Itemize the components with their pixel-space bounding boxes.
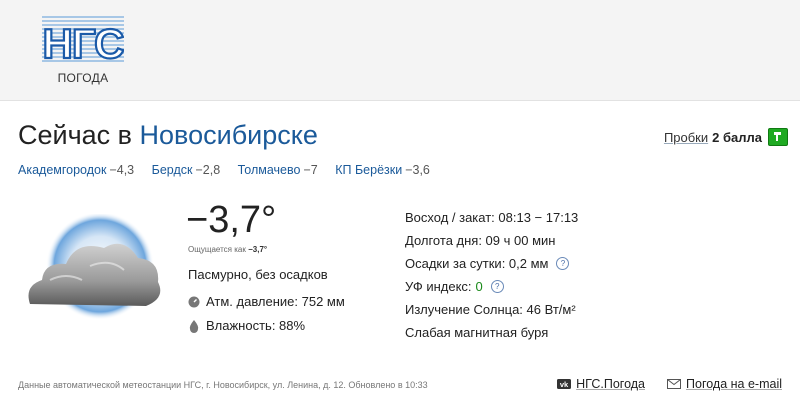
weather-panel: Сейчас в Новосибирске Пробки 2 балла Ака… <box>0 100 800 402</box>
city-name[interactable]: Толмачево <box>238 163 301 177</box>
city-item[interactable]: КП Берёзки −3,6 <box>335 163 430 177</box>
city-item[interactable]: Толмачево −7 <box>238 163 318 177</box>
header: НГС ПОГОДА <box>0 0 800 100</box>
feels-like-label: Ощущается как <box>188 245 246 254</box>
station-note: Данные автоматической метеостанции НГС, … <box>18 380 428 390</box>
city-item[interactable]: Академгородок −4,3 <box>18 163 134 177</box>
city-temp: −7 <box>303 163 318 177</box>
vk-link[interactable]: vk НГС.Погода <box>557 377 645 391</box>
magnetic-storm: Слабая магнитная буря <box>405 324 549 340</box>
logo-subtitle: ПОГОДА <box>57 71 109 85</box>
weather-condition: Пасмурно, без осадков <box>188 267 328 282</box>
traffic-widget[interactable]: Пробки 2 балла <box>664 128 788 146</box>
city-item[interactable]: Бердск −2,8 <box>152 163 221 177</box>
city-name[interactable]: Академгородок <box>18 163 106 177</box>
email-link[interactable]: Погода на e-mail <box>667 377 782 391</box>
uv-label: УФ индекс: <box>405 278 472 294</box>
feels-like: Ощущается как −3,7° <box>188 245 267 254</box>
email-link-label[interactable]: Погода на e-mail <box>686 377 782 391</box>
footer-links: vk НГС.Погода Погода на e-mail <box>557 377 782 391</box>
help-icon[interactable]: ? <box>490 280 504 293</box>
uv-row: УФ индекс: 0 ? <box>405 275 578 298</box>
uv-value: 0 <box>475 278 483 294</box>
city-name[interactable]: КП Берёзки <box>335 163 402 177</box>
pressure-text: Атм. давление: 752 мм <box>206 294 345 309</box>
city-temp: −4,3 <box>109 163 135 177</box>
mail-icon <box>667 379 682 389</box>
city-temp: −2,8 <box>195 163 221 177</box>
sun-info: Восход / закат: 08:13 − 17:13 Долгота дн… <box>405 206 578 344</box>
vk-link-label[interactable]: НГС.Погода <box>576 377 645 391</box>
cloud-icon <box>28 214 161 320</box>
city-name[interactable]: Бердск <box>152 163 193 177</box>
humidity-row: Влажность: 88% <box>188 318 305 333</box>
pressure-row: Атм. давление: 752 мм <box>188 294 345 309</box>
title-prefix: Сейчас в <box>18 120 133 150</box>
sun-times: Восход / закат: 08:13 − 17:13 <box>405 209 579 225</box>
svg-text:НГС: НГС <box>43 20 124 67</box>
svg-text:vk: vk <box>560 380 569 389</box>
drop-icon <box>189 319 199 333</box>
nearby-cities: Академгородок −4,3 Бердск −2,8 Толмачево −7… <box>18 163 444 177</box>
pressure-icon <box>188 296 200 307</box>
precip-row: Осадки за сутки: 0,2 мм ? <box>405 252 578 275</box>
precip-text: Осадки за сутки: 0,2 мм <box>405 255 549 271</box>
traffic-label[interactable]: Пробки <box>664 130 708 145</box>
page-title: Сейчас в Новосибирске <box>18 120 318 151</box>
city-link[interactable]: Новосибирске <box>140 120 318 150</box>
help-icon[interactable]: ? <box>556 257 570 270</box>
day-length: Долгота дня: 09 ч 00 мин <box>405 232 556 248</box>
solar-radiation: Излучение Солнца: 46 Вт/м² <box>405 301 576 317</box>
city-temp: −3,6 <box>405 163 430 177</box>
current-temperature: −3,7° <box>186 199 277 241</box>
vk-icon: vk <box>557 379 572 389</box>
humidity-text: Влажность: 88% <box>206 318 306 333</box>
traffic-value: 2 балла <box>712 129 762 145</box>
feels-like-value: −3,7° <box>248 245 268 254</box>
traffic-flag-icon <box>768 128 788 146</box>
ngs-logo[interactable]: НГС <box>42 13 124 69</box>
